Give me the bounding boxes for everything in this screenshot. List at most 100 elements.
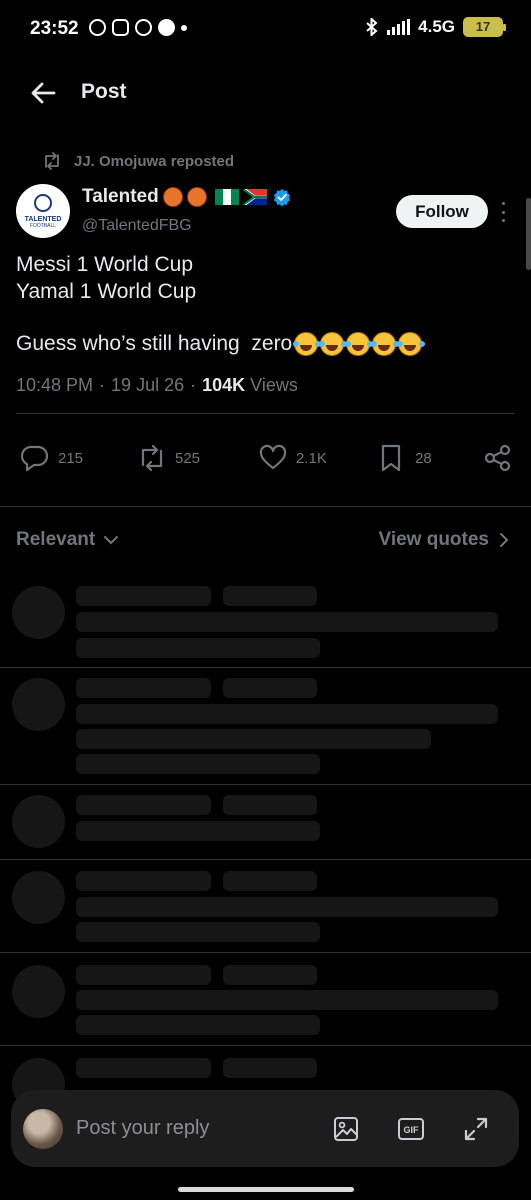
sort-label: Relevant	[16, 529, 96, 550]
skeleton-line	[76, 1015, 320, 1035]
repost-button[interactable]: 525	[137, 440, 200, 476]
views[interactable]: 104K Views	[202, 375, 298, 396]
gif-icon[interactable]: GIF	[397, 1115, 425, 1143]
skeleton-line	[223, 586, 317, 606]
divider	[0, 952, 531, 953]
heart-icon	[259, 444, 287, 470]
repost-icon	[45, 152, 59, 170]
author-handle[interactable]: @TalentedFBG	[82, 217, 192, 235]
battery-icon: 17	[463, 17, 506, 37]
tears-of-joy-icon	[345, 332, 371, 356]
post-time: 10:48 PM	[16, 375, 94, 395]
tears-of-joy-icon	[371, 332, 397, 356]
signal-icon	[387, 19, 411, 35]
tweet-line-2: Yamal 1 World Cup	[16, 280, 197, 303]
action-bar: 215 525 2.1K 28	[0, 440, 531, 480]
basketball-icon	[162, 187, 183, 207]
view-quotes-link[interactable]: View quotes	[378, 529, 509, 551]
bookmark-button[interactable]: 28	[377, 440, 432, 476]
views-label: Views	[250, 375, 298, 395]
skeleton-avatar	[12, 586, 65, 639]
skeleton-avatar	[12, 795, 65, 848]
share-button[interactable]	[483, 440, 513, 476]
repost-indicator[interactable]: JJ. Omojuwa reposted	[42, 152, 234, 170]
tweet-text: Messi 1 World Cup Yamal 1 World Cup	[16, 251, 196, 305]
snapchat-icon	[135, 19, 152, 36]
view-quotes-label: View quotes	[378, 529, 489, 550]
skeleton-line	[76, 871, 211, 891]
skeleton-line	[76, 897, 498, 917]
skeleton-line	[76, 704, 498, 724]
page-title: Post	[81, 80, 127, 103]
chevron-down-icon	[104, 536, 119, 545]
skeleton-line	[76, 729, 431, 749]
avatar-logo-subtext: FOOTBALL	[29, 222, 57, 229]
reply-composer[interactable]: Post your reply GIF	[11, 1090, 519, 1167]
skeleton-avatar	[12, 678, 65, 731]
reply-input[interactable]: Post your reply	[76, 1117, 209, 1140]
repost-count: 525	[175, 449, 201, 467]
author-avatar[interactable]: TALENTED FOOTBALL	[16, 184, 70, 238]
whatsapp-icon	[89, 19, 106, 36]
divider	[0, 859, 531, 860]
sort-dropdown[interactable]: Relevant	[16, 529, 119, 551]
share-icon	[484, 444, 511, 472]
divider	[0, 667, 531, 668]
tears-of-joy-icon	[293, 332, 319, 356]
flag-south-africa-icon	[242, 189, 267, 205]
author-name-row[interactable]: Talented	[82, 186, 291, 208]
author-name[interactable]: Talented	[82, 186, 159, 208]
repost-text: JJ. Omojuwa reposted	[74, 152, 235, 170]
tears-of-joy-icon	[319, 332, 345, 356]
views-count: 104K	[202, 375, 246, 395]
flag-nigeria-icon	[214, 189, 239, 205]
divider	[0, 506, 531, 507]
reply-icon	[20, 445, 49, 472]
tweet-line-3-row: Guess who’s still having zero	[16, 332, 423, 356]
like-button[interactable]: 2.1K	[258, 440, 327, 476]
skeleton-line	[76, 586, 211, 606]
expand-icon[interactable]	[462, 1115, 490, 1143]
skeleton-line	[76, 922, 320, 942]
reply-button[interactable]: 215	[20, 440, 83, 476]
skeleton-line	[76, 638, 320, 658]
system-indicators: 4.5G 17	[365, 17, 506, 37]
messages-icon	[158, 19, 175, 36]
skeleton-line	[223, 678, 317, 698]
like-count: 2.1K	[296, 449, 327, 467]
skeleton-avatar	[12, 965, 65, 1018]
skeleton-line	[223, 795, 317, 815]
tweet-meta: 10:48 PM · 19 Jul 26 · 104K Views	[16, 375, 298, 396]
chevron-right-icon	[500, 533, 509, 547]
back-arrow-icon[interactable]	[28, 78, 58, 108]
divider	[0, 784, 531, 785]
instagram-icon	[112, 19, 129, 36]
skeleton-line	[223, 871, 317, 891]
skeleton-line	[223, 965, 317, 985]
home-indicator[interactable]	[178, 1187, 354, 1192]
network-type: 4.5G	[418, 17, 455, 36]
scrollbar[interactable]	[526, 198, 531, 270]
verified-badge-icon	[273, 188, 290, 206]
tweet-line-3: Guess who’s still having zero	[16, 332, 293, 355]
bluetooth-icon	[366, 18, 378, 36]
notification-icons	[89, 19, 187, 36]
skeleton-line	[76, 754, 320, 774]
basketball-icon	[186, 187, 207, 207]
bookmark-count: 28	[415, 449, 432, 467]
skeleton-line	[76, 1058, 211, 1078]
image-icon[interactable]	[332, 1115, 360, 1143]
status-bar: 23:52 4.5G 17	[0, 0, 531, 60]
follow-button[interactable]: Follow	[396, 195, 488, 228]
skeleton-avatar	[12, 871, 65, 924]
divider	[0, 1045, 531, 1046]
skeleton-line	[76, 678, 211, 698]
more-options-icon[interactable]	[502, 202, 506, 222]
bookmark-icon	[381, 444, 401, 472]
tears-of-joy-icon	[397, 332, 423, 356]
avatar-logo-text: TALENTED	[24, 215, 62, 223]
divider	[16, 413, 515, 414]
logo-ball-icon	[34, 193, 52, 212]
user-avatar[interactable]	[23, 1109, 63, 1149]
skeleton-line	[223, 1058, 317, 1078]
